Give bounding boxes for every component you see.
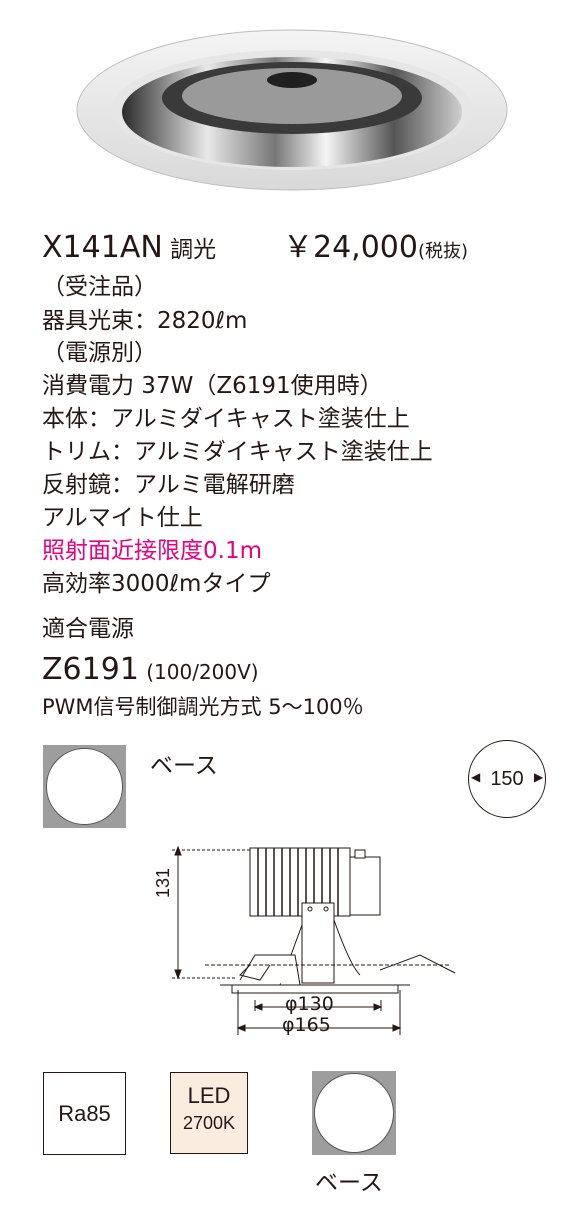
led-badge: LED 2700K <box>170 1072 248 1154</box>
product-photo <box>76 29 508 191</box>
power-supply-voltage: (100/200V) <box>146 660 259 684</box>
height-dimension: 131 <box>153 867 173 898</box>
color-temperature: 2700K <box>182 1113 236 1133</box>
arrow-right-icon: ▶ <box>534 770 544 784</box>
reflector-spec-2: アルマイト仕上 <box>42 505 203 531</box>
base-icon-top <box>43 745 126 828</box>
base-circle-icon <box>46 748 123 825</box>
ra-value: Ra85 <box>58 1100 111 1126</box>
tax-note: (税抜) <box>417 241 469 262</box>
model-line: X141AN 調光 <box>42 233 216 265</box>
outer-diameter: φ165 <box>282 1014 331 1036</box>
price-line: ￥24,000(税抜) <box>283 233 468 267</box>
dimming-method: PWM信号制御調光方式 5〜100％ <box>42 695 364 719</box>
consumption-spec: 消費電力 37W（Z6191使用時） <box>42 373 383 399</box>
power-note: （電源別） <box>42 340 157 366</box>
body-finish-spec: 本体：アルミダイキャスト塗装仕上 <box>42 406 410 432</box>
price: ￥24,000 <box>283 230 418 265</box>
led-label: LED <box>187 1083 231 1108</box>
trim-finish-spec: トリム：アルミダイキャスト塗装仕上 <box>42 439 433 465</box>
power-supply-heading: 適合電源 <box>42 616 134 642</box>
order-note: （受注品） <box>42 274 157 300</box>
lumen-spec: 器具光束：2820ℓm <box>42 308 248 334</box>
efficiency-spec: 高効率3000ℓmタイプ <box>42 571 271 597</box>
beam-limit-spec: 照射面近接限度0.1m <box>42 538 262 564</box>
base-icon-bottom <box>312 1071 396 1155</box>
base-circle-icon <box>314 1073 394 1153</box>
base-label-bottom: ベース <box>315 1170 383 1196</box>
model-number: X141AN <box>42 230 163 265</box>
power-supply-line: Z6191 (100/200V) <box>42 655 259 687</box>
base-label-top: ベース <box>150 753 218 779</box>
dimming-label: 調光 <box>170 237 217 263</box>
arrow-left-icon: ◀ <box>471 770 481 784</box>
reflector-spec-1: 反射鏡：アルミ電解研磨 <box>42 472 295 498</box>
power-supply-model: Z6191 <box>42 652 139 687</box>
inner-diameter: φ130 <box>285 993 334 1015</box>
ra-badge: Ra85 <box>43 1072 126 1155</box>
